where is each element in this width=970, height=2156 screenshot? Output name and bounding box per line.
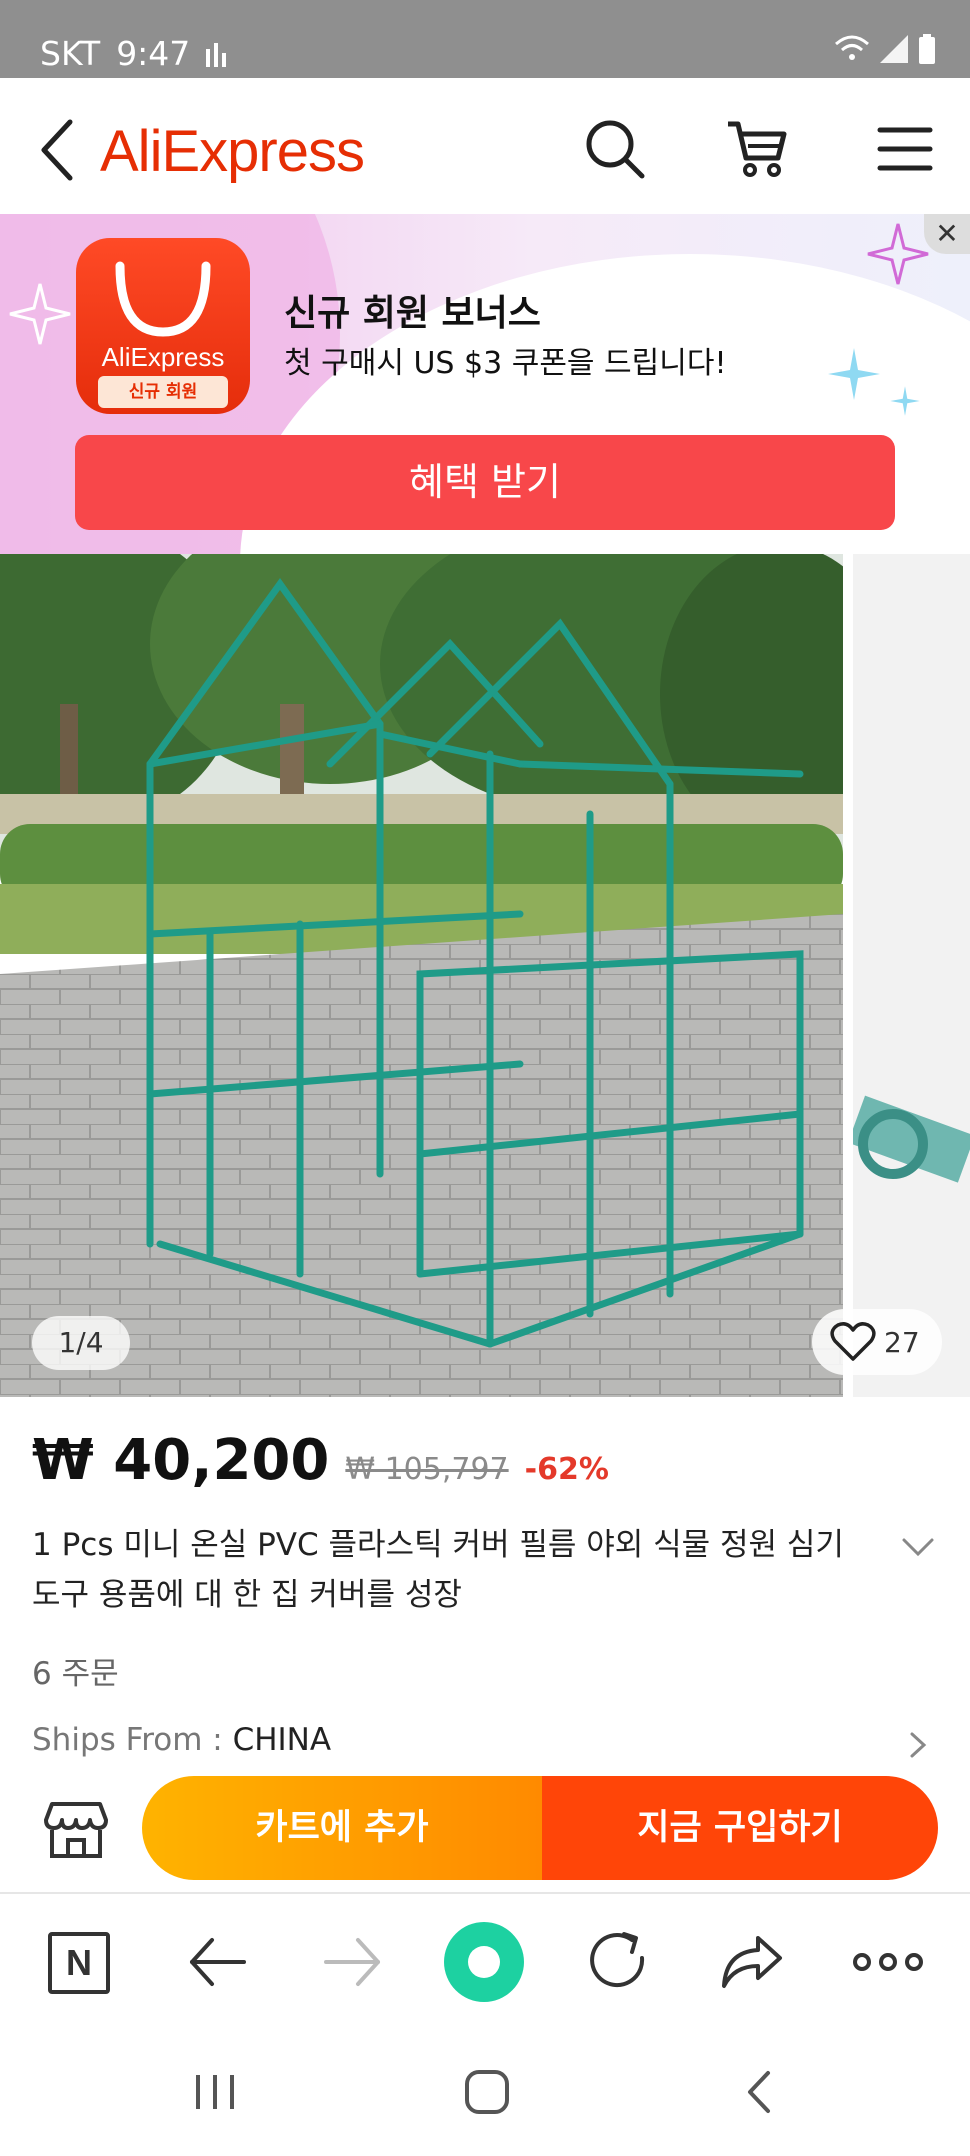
system-back-icon[interactable] bbox=[736, 2067, 786, 2117]
product-title: 1 Pcs 미니 온실 PVC 플라스틱 커버 필름 야외 식물 정원 심기 도… bbox=[32, 1527, 844, 1613]
more-options-icon[interactable] bbox=[850, 1924, 926, 2000]
browser-back-icon[interactable] bbox=[180, 1924, 256, 2000]
wishlist-count: 27 bbox=[884, 1325, 920, 1359]
add-to-cart-button[interactable]: 카트에 추가 bbox=[142, 1776, 542, 1880]
sparkle-icon bbox=[9, 283, 71, 345]
next-product-photo[interactable] bbox=[853, 554, 970, 1397]
discount-badge: -62% bbox=[524, 1452, 609, 1487]
aliexpress-logo[interactable]: AliExpress bbox=[100, 118, 365, 185]
share-icon[interactable] bbox=[714, 1924, 790, 2000]
promo-subtitle: 첫 구매시 US $3 쿠폰을 드립니다! bbox=[284, 346, 727, 381]
wifi-icon bbox=[835, 35, 869, 60]
signal-activity-icon bbox=[206, 42, 227, 67]
sparkle-icon bbox=[890, 386, 920, 416]
cell-signal-icon bbox=[880, 35, 908, 63]
recent-apps-icon[interactable] bbox=[190, 2067, 240, 2117]
app-header: AliExpress bbox=[0, 78, 970, 214]
browser-toolbar: N bbox=[0, 1892, 970, 2027]
status-bar: SKT 9:47 bbox=[0, 0, 970, 78]
sparkle-icon bbox=[828, 348, 880, 400]
status-right bbox=[834, 34, 936, 64]
search-icon[interactable] bbox=[582, 116, 648, 182]
heart-icon bbox=[830, 1322, 876, 1361]
system-nav-bar bbox=[0, 2027, 970, 2156]
product-photo[interactable] bbox=[0, 554, 843, 1397]
app-icon-tag: 신규 회원 bbox=[98, 376, 228, 408]
battery-icon bbox=[919, 34, 935, 64]
order-count: 6 주문 bbox=[32, 1656, 119, 1692]
browser-forward-icon[interactable] bbox=[314, 1924, 390, 2000]
sale-price: ₩ 40,200 bbox=[32, 1428, 330, 1493]
product-gallery[interactable]: 1/4 27 bbox=[0, 554, 970, 1397]
close-banner-button[interactable]: ✕ bbox=[924, 214, 970, 254]
price-row: ₩ 40,200 ₩ 105,797 -62% bbox=[32, 1428, 609, 1493]
new-member-promo-banner: ✕ AliExpress 신규 회원 신규 회원 보너스 첫 구매시 US $3… bbox=[0, 214, 970, 554]
chevron-right-icon[interactable] bbox=[900, 1728, 934, 1762]
app-icon-name: AliExpress bbox=[101, 342, 225, 372]
store-icon[interactable] bbox=[42, 1796, 110, 1864]
ships-from-row[interactable]: Ships From : CHINA bbox=[32, 1722, 331, 1758]
shopping-bag-icon bbox=[115, 261, 211, 337]
back-icon[interactable] bbox=[30, 114, 86, 186]
naver-n-icon[interactable]: N bbox=[48, 1932, 110, 1994]
menu-icon[interactable] bbox=[872, 116, 938, 182]
cart-icon[interactable] bbox=[724, 116, 790, 182]
chevron-down-icon[interactable] bbox=[898, 1528, 938, 1568]
browser-home-icon[interactable] bbox=[444, 1922, 524, 2002]
original-price: ₩ 105,797 bbox=[345, 1452, 509, 1487]
purchase-action-bar: 카트에 추가 지금 구입하기 bbox=[0, 1770, 970, 1890]
home-button-icon[interactable] bbox=[462, 2067, 512, 2117]
carrier-label: SKT bbox=[40, 34, 101, 73]
promo-title: 신규 회원 보너스 bbox=[284, 293, 541, 334]
wishlist-button[interactable]: 27 bbox=[812, 1309, 942, 1375]
aliexpress-app-icon: AliExpress 신규 회원 bbox=[76, 238, 250, 414]
ships-from-label: Ships From : bbox=[32, 1722, 233, 1758]
clock: 9:47 bbox=[116, 34, 191, 73]
get-benefit-button[interactable]: 혜택 받기 bbox=[75, 435, 895, 530]
buy-now-button[interactable]: 지금 구입하기 bbox=[542, 1776, 938, 1880]
refresh-icon[interactable] bbox=[580, 1924, 656, 2000]
image-counter: 1/4 bbox=[32, 1316, 130, 1370]
status-left: SKT 9:47 bbox=[40, 34, 227, 73]
ships-from-value: CHINA bbox=[232, 1722, 332, 1758]
